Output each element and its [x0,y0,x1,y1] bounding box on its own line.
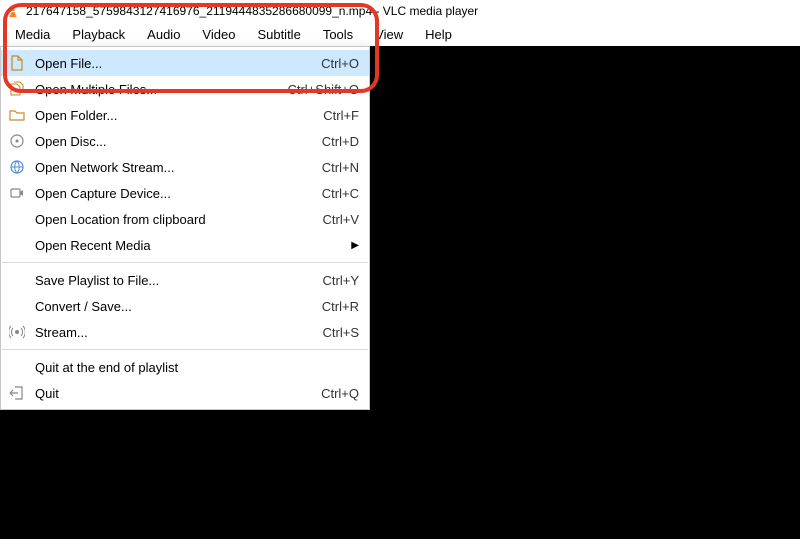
menu-item-open-disc[interactable]: Open Disc...Ctrl+D [1,128,369,154]
menu-media[interactable]: Media [4,22,61,46]
menu-item-open-network-stream[interactable]: Open Network Stream...Ctrl+N [1,154,369,180]
quit-icon [7,383,27,403]
media-dropdown: Open File...Ctrl+OOpen Multiple Files...… [0,46,370,410]
files-icon [7,79,27,99]
disc-icon [7,131,27,151]
chevron-right-icon: ▶ [351,240,359,251]
menu-item-save-playlist-to-file[interactable]: Save Playlist to File...Ctrl+Y [1,267,369,293]
menu-item-open-location-from-clipboard[interactable]: Open Location from clipboardCtrl+V [1,206,369,232]
menu-playback[interactable]: Playback [61,22,136,46]
menu-item-open-file[interactable]: Open File...Ctrl+O [1,50,369,76]
menu-item-shortcut: Ctrl+C [302,186,359,201]
menu-separator [2,262,368,263]
menu-item-shortcut: Ctrl+V [303,212,359,227]
menu-item-label: Open Recent Media [35,238,351,253]
menu-item-label: Stream... [35,325,303,340]
menu-item-quit[interactable]: QuitCtrl+Q [1,380,369,406]
menu-item-shortcut: Ctrl+Q [301,386,359,401]
file-icon [7,53,27,73]
blank-icon [7,270,27,290]
menu-item-label: Open Multiple Files... [35,82,267,97]
menu-item-label: Open Location from clipboard [35,212,303,227]
menu-item-shortcut: Ctrl+N [302,160,359,175]
menu-item-label: Open Network Stream... [35,160,302,175]
menu-view[interactable]: View [364,22,414,46]
menubar: Media Playback Audio Video Subtitle Tool… [0,22,800,46]
blank-icon [7,209,27,229]
menu-item-label: Quit [35,386,301,401]
menu-item-label: Quit at the end of playlist [35,360,339,375]
window-titlebar: 217647158_5759843127416976_2119444835286… [0,0,800,22]
menu-item-label: Open File... [35,56,301,71]
menu-tools[interactable]: Tools [312,22,364,46]
menu-item-label: Open Folder... [35,108,303,123]
menu-item-shortcut: Ctrl+O [301,56,359,71]
menu-item-open-capture-device[interactable]: Open Capture Device...Ctrl+C [1,180,369,206]
menu-help[interactable]: Help [414,22,463,46]
blank-icon [7,357,27,377]
capture-icon [7,183,27,203]
menu-item-shortcut: Ctrl+S [303,325,359,340]
menu-item-shortcut: Ctrl+Y [303,273,359,288]
menu-item-open-recent-media[interactable]: Open Recent Media▶ [1,232,369,258]
menu-item-shortcut: Ctrl+F [303,108,359,123]
menu-item-label: Open Capture Device... [35,186,302,201]
blank-icon [7,235,27,255]
folder-icon [7,105,27,125]
menu-item-open-folder[interactable]: Open Folder...Ctrl+F [1,102,369,128]
menu-item-label: Convert / Save... [35,299,302,314]
menu-item-shortcut: Ctrl+D [302,134,359,149]
window-title: 217647158_5759843127416976_2119444835286… [26,4,478,18]
menu-item-open-multiple-files[interactable]: Open Multiple Files...Ctrl+Shift+O [1,76,369,102]
menu-item-label: Open Disc... [35,134,302,149]
menu-item-stream[interactable]: Stream...Ctrl+S [1,319,369,345]
network-icon [7,157,27,177]
stream-icon [7,322,27,342]
menu-item-quit-at-the-end-of-playlist[interactable]: Quit at the end of playlist [1,354,369,380]
blank-icon [7,296,27,316]
menu-audio[interactable]: Audio [136,22,191,46]
menu-separator [2,349,368,350]
menu-item-shortcut: Ctrl+R [302,299,359,314]
menu-item-convert-save[interactable]: Convert / Save...Ctrl+R [1,293,369,319]
menu-item-shortcut: Ctrl+Shift+O [267,82,359,97]
menu-video[interactable]: Video [191,22,246,46]
menu-item-label: Save Playlist to File... [35,273,303,288]
vlc-icon [6,4,20,18]
menu-subtitle[interactable]: Subtitle [246,22,311,46]
